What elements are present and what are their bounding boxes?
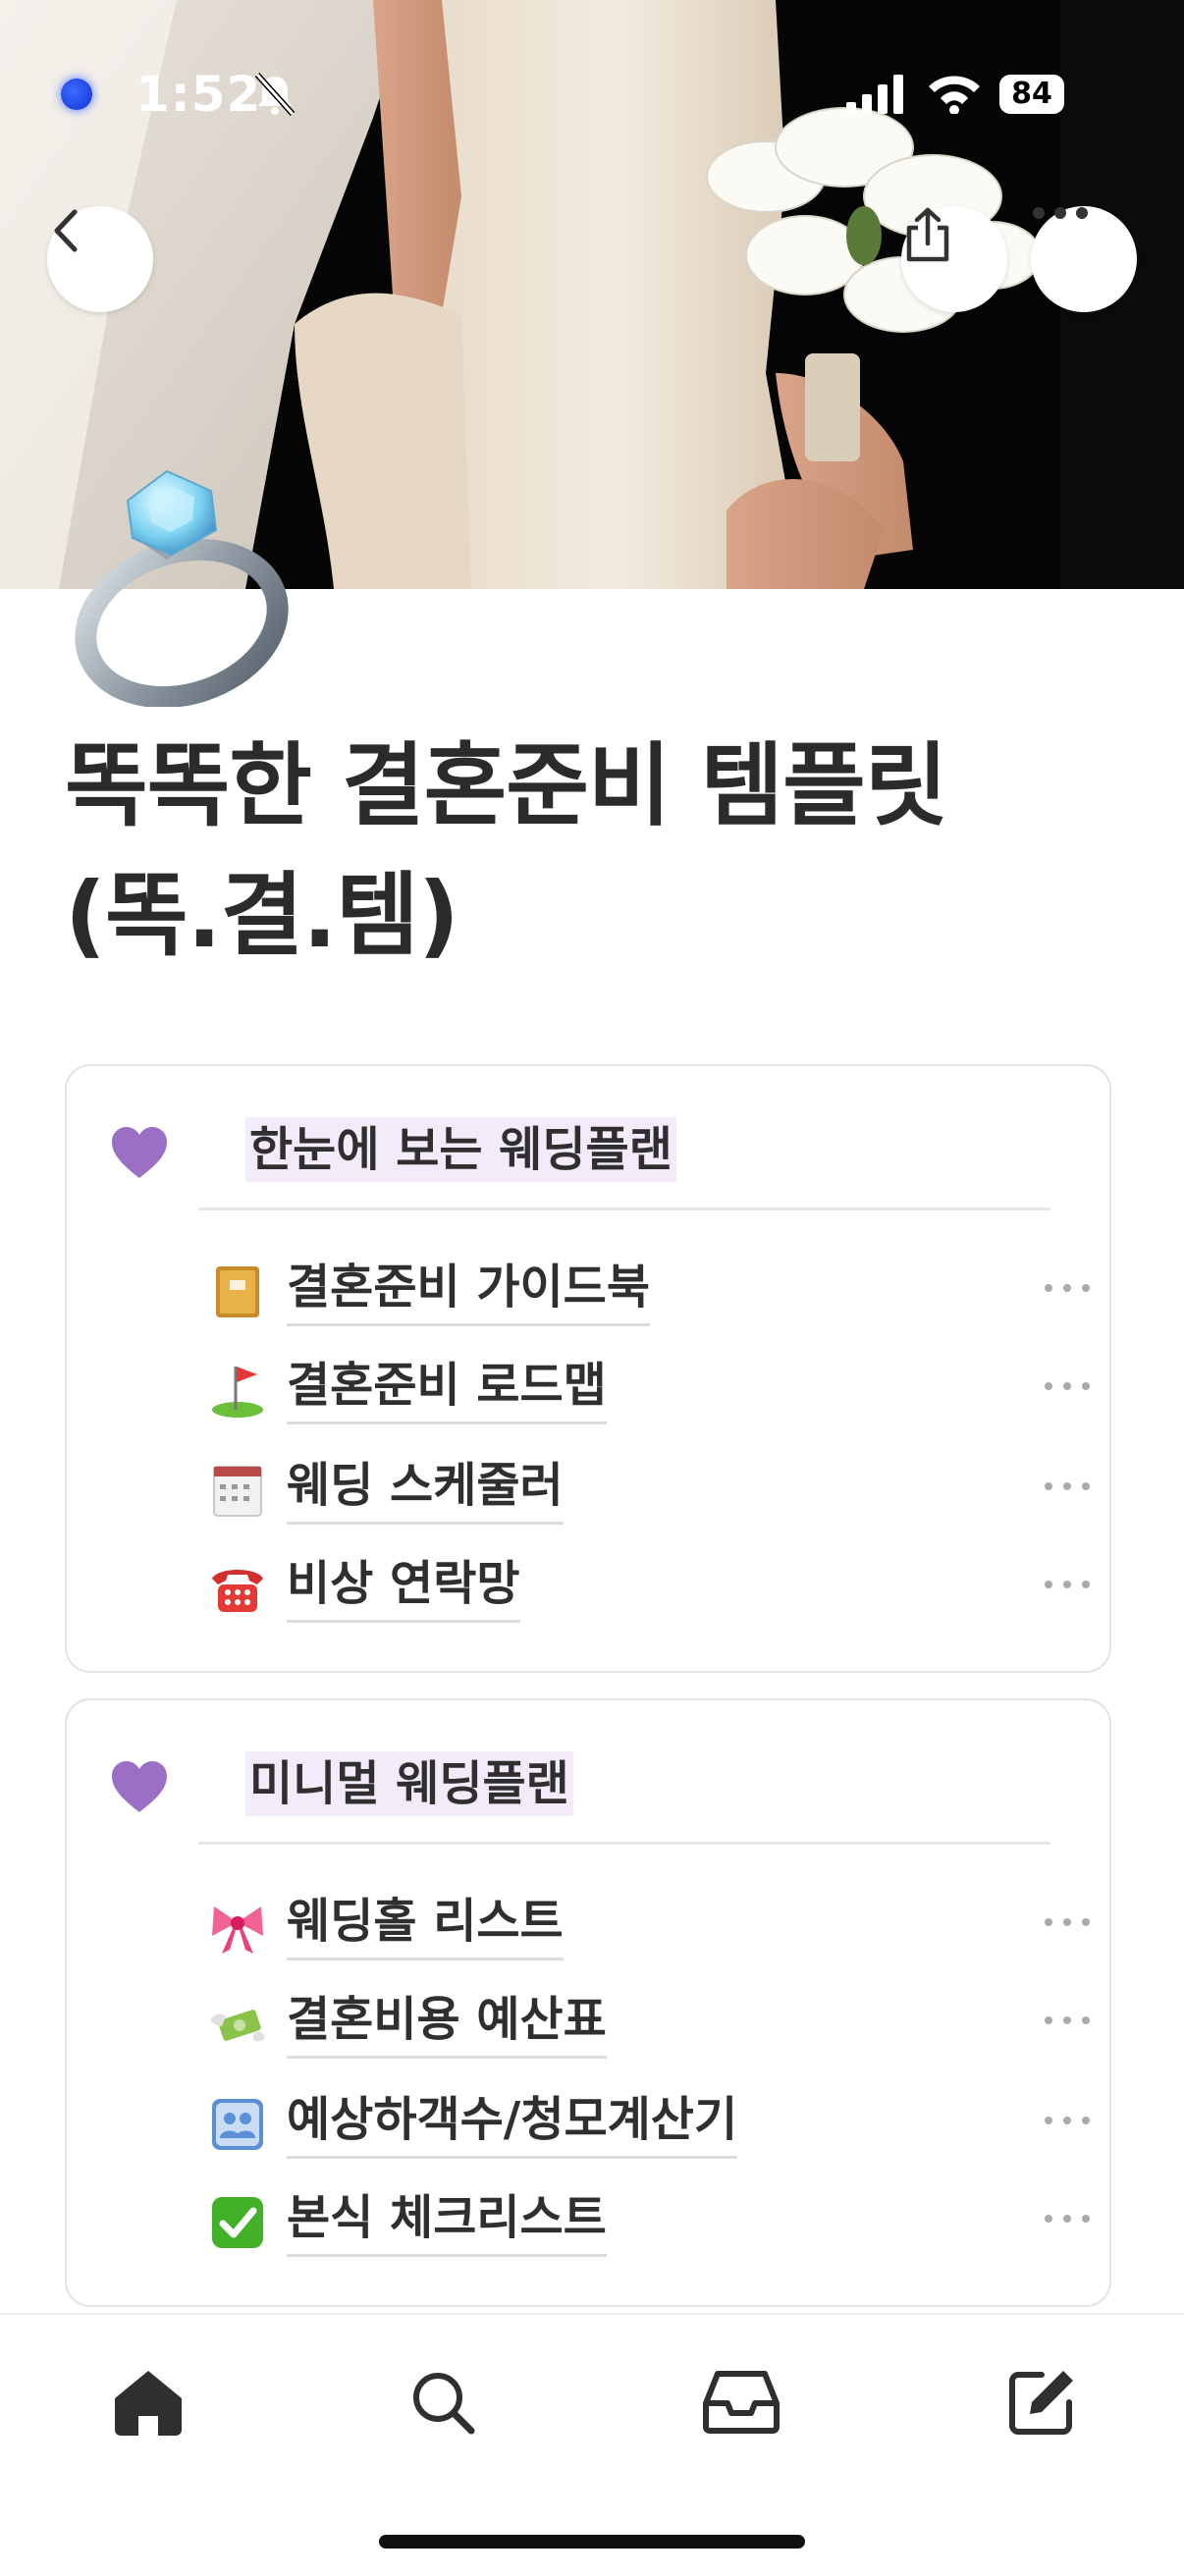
ellipsis-icon[interactable] xyxy=(1043,1480,1092,1492)
list-item[interactable]: 웨딩홀 리스트 xyxy=(208,1887,1092,1965)
money-wings-icon xyxy=(210,2010,265,2042)
ellipsis-icon[interactable] xyxy=(1043,1916,1092,1928)
ellipsis-icon[interactable] xyxy=(1043,2213,1092,2225)
share-icon xyxy=(906,207,949,262)
list-item[interactable]: 결혼준비 가이드북 xyxy=(208,1253,1092,1331)
item-link[interactable]: 웨딩 스케줄러 xyxy=(287,1451,564,1525)
tab-inbox[interactable] xyxy=(697,2358,785,2446)
list-item[interactable]: 웨딩 스케줄러 xyxy=(208,1451,1092,1530)
item-link[interactable]: 결혼준비 로드맵 xyxy=(287,1351,607,1424)
list-item[interactable]: 비상 연락망 xyxy=(208,1549,1092,1628)
item-link[interactable]: 웨딩홀 리스트 xyxy=(287,1887,564,1960)
home-indicator xyxy=(379,2535,805,2549)
list-item[interactable]: 본식 체크리스트 xyxy=(208,2183,1092,2262)
chevron-left-icon xyxy=(54,209,78,252)
list-item[interactable]: 예상하객수/청모계산기 xyxy=(208,2085,1092,2164)
section-title: 한눈에 보는 웨딩플랜 xyxy=(245,1117,676,1182)
item-link[interactable]: 결혼준비 가이드북 xyxy=(287,1253,650,1326)
item-link[interactable]: 비상 연락망 xyxy=(287,1549,520,1623)
callout-section: 미니멀 웨딩플랜 웨딩홀 리스트 결혼비용 예산표 예상하객수/청모계산기 본식… xyxy=(65,1698,1111,2307)
compose-icon xyxy=(1009,2371,1073,2435)
ellipsis-icon[interactable] xyxy=(1043,1380,1092,1392)
list-item[interactable]: 결혼비용 예산표 xyxy=(208,1985,1092,2064)
page-title-line1: 똑똑한 결혼준비 템플릿 xyxy=(65,733,947,838)
ellipsis-icon[interactable] xyxy=(1043,2014,1092,2026)
tab-new-page[interactable] xyxy=(997,2358,1086,2446)
ring-icon xyxy=(75,469,289,707)
battery-indicator: 84 xyxy=(999,75,1064,114)
page-title: 똑똑한 결혼준비 템플릿 (똑.결.템) xyxy=(65,722,1125,981)
calendar-pad-icon xyxy=(213,1466,262,1517)
tab-search[interactable] xyxy=(399,2358,487,2446)
status-bar: 1:52 84 xyxy=(0,0,1184,196)
divider xyxy=(198,1842,1050,1845)
back-button[interactable] xyxy=(47,206,153,312)
more-options-button[interactable] xyxy=(1031,206,1137,312)
inbox-icon xyxy=(703,2371,780,2434)
ribbon-icon xyxy=(212,1906,263,1954)
share-button[interactable] xyxy=(901,206,1007,312)
section-title: 미니멀 웨딩플랜 xyxy=(245,1751,573,1816)
ellipsis-icon[interactable] xyxy=(1043,1579,1092,1590)
item-link[interactable]: 결혼비용 예산표 xyxy=(287,1985,607,2059)
ellipsis-icon xyxy=(1033,207,1088,219)
purple-heart-icon xyxy=(112,1761,167,1812)
ellipsis-icon[interactable] xyxy=(1043,2115,1092,2126)
signal-icon xyxy=(846,75,903,114)
divider xyxy=(198,1208,1050,1210)
search-icon xyxy=(413,2373,475,2435)
purple-heart-icon xyxy=(112,1127,167,1178)
item-link[interactable]: 본식 체크리스트 xyxy=(287,2183,607,2257)
status-time: 1:52 xyxy=(135,66,262,123)
ledger-book-icon xyxy=(216,1266,259,1317)
home-icon xyxy=(115,2371,182,2436)
callout-section: 한눈에 보는 웨딩플랜 결혼준비 가이드북 결혼준비 로드맵 웨딩 스케줄러 비… xyxy=(65,1064,1111,1673)
bell-muted-icon xyxy=(254,72,296,117)
list-item[interactable]: 결혼준비 로드맵 xyxy=(208,1351,1092,1429)
ellipsis-icon[interactable] xyxy=(1043,1282,1092,1294)
tab-home[interactable] xyxy=(104,2358,192,2446)
people-icon xyxy=(212,2099,263,2150)
wifi-icon xyxy=(929,76,980,114)
check-mark-icon xyxy=(212,2197,263,2248)
location-indicator-icon xyxy=(61,79,92,110)
page-title-line2: (똑.결.템) xyxy=(65,863,459,968)
item-link[interactable]: 예상하객수/청모계산기 xyxy=(287,2085,738,2159)
telephone-icon xyxy=(212,1570,263,1612)
golf-flag-icon xyxy=(212,1367,263,1418)
